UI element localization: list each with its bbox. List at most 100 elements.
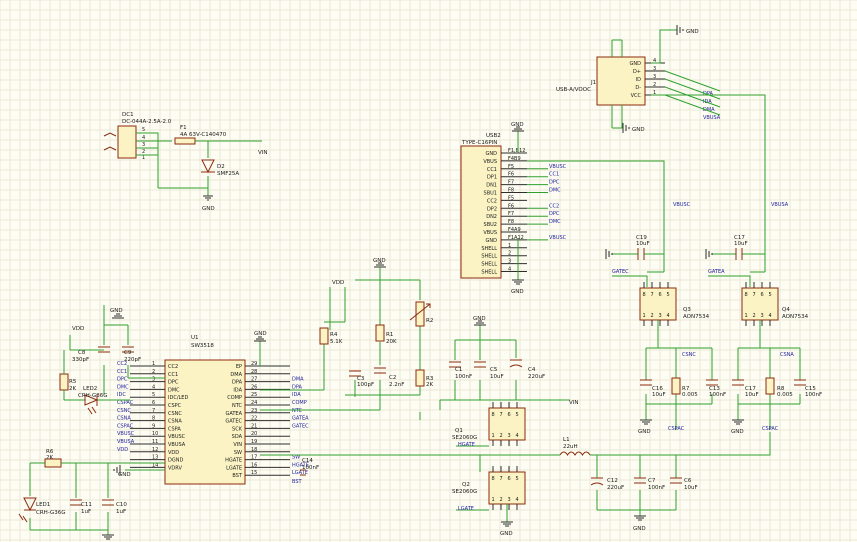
mosfet-pin-number: 3 (761, 313, 764, 319)
u1-ref: U1 (191, 335, 199, 341)
usb2-pin-name: DN2 (486, 214, 497, 220)
u1-right-pin-name: COMP (227, 395, 242, 401)
d2-value: SMF25A (217, 171, 239, 177)
u1-left-pin-name: CC2 (168, 364, 178, 370)
mosfet-pin-number: 4 (516, 433, 519, 439)
vdd-label-r4: VDD (332, 280, 344, 286)
r4-value: 5.1K (330, 339, 343, 345)
u1-left-pin-name: CSPA (168, 426, 181, 432)
mosfet-pin-number: 6 (508, 412, 511, 418)
schematic-sheet: DC1 DC-044A-2.5A-2.0 5 4 3 2 1 F1 4A 63V… (0, 0, 857, 542)
usb2-pin-name: VBUS (483, 230, 497, 236)
usb2-net-label: DPC (549, 180, 560, 186)
c6-ref: C6 (684, 478, 692, 484)
r5-ref: R5 (69, 379, 77, 385)
u1-right-pin-name: EP (236, 364, 242, 370)
j1-net-wire (664, 78, 721, 100)
u1-right-pin-number: 25 (251, 392, 257, 398)
r5-body (59, 373, 69, 391)
dc1-pin-5: 5 (142, 127, 145, 133)
mosfet-q1[interactable]: 8 1 7 2 6 3 5 4 Q1 SE2060G HGATE (452, 402, 526, 448)
gnd-label-j1: GND (686, 29, 699, 35)
u1-left-net-label: VBUSC (117, 431, 135, 437)
u1-left-pin-number: 4 (152, 384, 155, 390)
u1-right-pin-number: 24 (251, 400, 257, 406)
usb2-pin-number: F7 (508, 180, 514, 186)
u1-left-net-label: DMC (117, 384, 129, 390)
usb2-net-label: DMC (549, 219, 561, 225)
net-bst: BST (292, 479, 303, 485)
j1-pin-name: GND (630, 61, 642, 67)
u1-right-pin-name: SCK (232, 426, 243, 432)
mosfet-pin-number: 4 (516, 497, 519, 503)
mosfet-pin-number: 1 (492, 433, 495, 439)
u1-right-pin-number: 28 (251, 369, 257, 375)
j1-pin-name: D- (635, 85, 641, 91)
mosfet-pin-number: 8 (643, 292, 646, 298)
u1-right-pin-number: 23 (251, 408, 257, 414)
usb2-pin-name: CC1 (487, 167, 497, 173)
usb2-pin-name: SBU2 (484, 222, 497, 228)
u1-left-net-label: CC1 (117, 369, 127, 375)
c9-ref: C9 (124, 350, 132, 356)
u1-right-pin-number: 16 (251, 462, 257, 468)
type-c-connector-usb2[interactable]: USB2 TYPE-C16PIN GND F1,B12 VBUS F4B9 CC1 F5 V… (460, 122, 665, 295)
sense-group-c[interactable]: C16 10uF R7 0.005 C13 100nF GND CSPAC (638, 348, 726, 435)
usb2-pin-number: 2 (508, 251, 511, 257)
usb2-net-label: DPC (549, 211, 560, 217)
net-lgate: LGATE (458, 506, 474, 512)
net-hgate: HGATE (458, 442, 475, 448)
net-gatec-q3: GATEC (612, 269, 629, 275)
usb2-pin-number: F6 (508, 203, 514, 209)
mosfet-pin-number: 6 (761, 292, 764, 298)
usb2-pin-name: SHELL (481, 254, 497, 260)
mosfet-pin-number: 8 (492, 412, 495, 418)
mosfet-pin-number: 1 (745, 313, 748, 319)
vdd-resistor-network[interactable]: VDD GND R4 5.1K R1 20K R2 C3 100pF C2 2.… (260, 258, 434, 420)
q2-value: SE2060G (452, 489, 477, 495)
usb2-pin-name: DP1 (487, 175, 497, 181)
capacitor-c19[interactable]: C19 10uF VBUSC (605, 202, 691, 260)
mosfet-pin-number: 4 (769, 313, 772, 319)
dc1-body (117, 125, 137, 159)
c17-value: 10uF (745, 392, 759, 398)
sense-group-a[interactable]: C17 10uF R8 0.005 C15 100nF GND CSPAC (731, 348, 822, 435)
j1-value: USB-A/VOOC (556, 87, 591, 93)
mosfet-pin-number: 5 (769, 292, 772, 298)
r7-value: 0.005 (682, 392, 698, 398)
usb2-pin-name: SHELL (481, 270, 497, 276)
mosfet-q3[interactable]: GATEC 8 1 7 2 6 3 5 4 Q3 AON7534 CSNC (612, 200, 712, 358)
usb2-pin-number: F4B9 (508, 156, 521, 162)
u1-left-net-label: CSPAC (117, 400, 134, 406)
net-csna: CSNA (780, 352, 794, 358)
mosfet-pin-number: 3 (659, 313, 662, 319)
usb2-pin-number: F8 (508, 188, 514, 194)
c11-value: 1uF (81, 509, 91, 515)
usb2-net-label: CC2 (549, 203, 559, 209)
usb2-ref: USB2 (486, 133, 501, 139)
mosfet-pin-number: 2 (651, 313, 654, 319)
c1-ref: C1 (455, 367, 462, 373)
r8-body (765, 377, 775, 395)
mosfet-q4[interactable]: GATEA 8 1 7 2 6 3 5 4 Q4 AON7534 CSNA (708, 200, 809, 358)
f1-value: 4A 63V-C140470 (180, 132, 227, 138)
led1-value: CRH-G36G (36, 510, 66, 516)
usb2-pin-name: VBUS (483, 159, 497, 165)
vin-label-dc: VIN (258, 150, 268, 156)
usb2-pin-number: F5 (508, 195, 514, 201)
u1-right-pin-name: DMA (230, 372, 242, 378)
c10-value: 1uF (116, 509, 126, 515)
u1-value: SW3518 (191, 343, 214, 349)
mosfet-q2[interactable]: 8 1 7 2 6 3 5 4 Q2 SE2060G LGATE GND (452, 466, 526, 537)
u1-left-pin-name: VDD (168, 450, 179, 456)
usb2-net-label: DMC (549, 188, 561, 194)
j1-net-label: VBUSA (703, 115, 721, 121)
u1-left-pin-number: 2 (152, 369, 155, 375)
u1-left-net-label: IDC (117, 392, 126, 398)
mosfet-pin-number: 7 (651, 292, 654, 298)
capacitor-c18[interactable]: C17 10uF VBUSA (705, 202, 789, 260)
gnd-label-dgnd: GND (118, 472, 131, 478)
u1-right-net-label: GATEC (292, 423, 309, 429)
usb2-pin-number: F6 (508, 172, 514, 178)
u1-right-pin-number: 29 (251, 361, 257, 367)
